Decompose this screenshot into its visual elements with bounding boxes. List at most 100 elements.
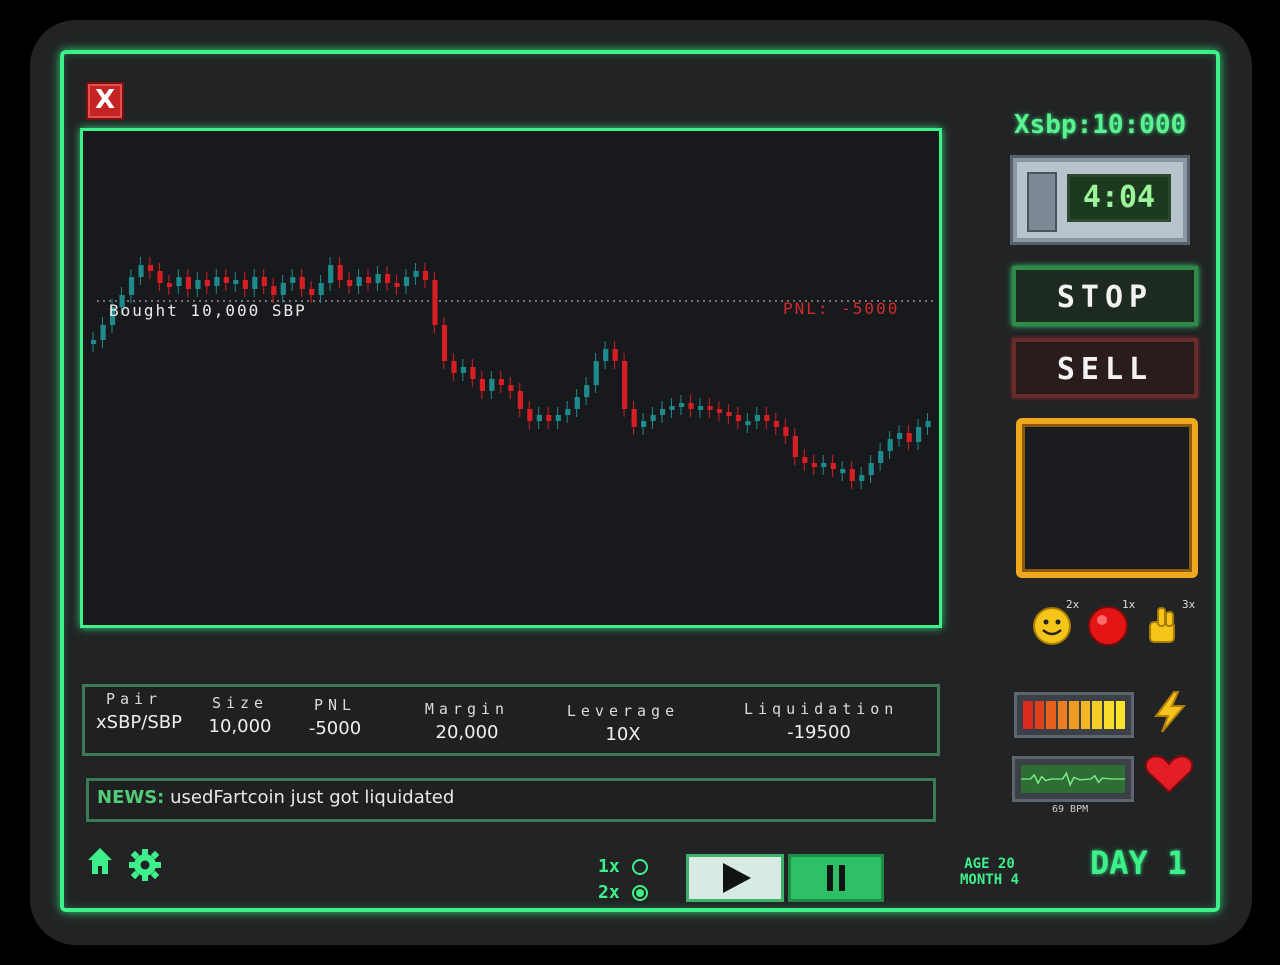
candle	[925, 421, 931, 427]
candle	[157, 271, 163, 283]
candle	[897, 433, 903, 439]
close-button[interactable]: X	[86, 82, 124, 120]
candle	[356, 277, 362, 286]
sell-button[interactable]: SELL	[1012, 338, 1198, 398]
red-button-count: 1x	[1122, 598, 1136, 611]
leverage-value: 10X	[605, 724, 641, 745]
candle	[128, 277, 135, 295]
candle	[337, 265, 343, 280]
candle	[754, 415, 761, 421]
candle	[783, 427, 789, 436]
candle	[631, 409, 637, 427]
candle	[233, 280, 239, 284]
candle	[138, 265, 144, 277]
speed-1x-radio[interactable]	[632, 859, 648, 875]
leverage-column: Leverage 10X	[560, 702, 686, 745]
play-icon	[723, 863, 751, 893]
entry-label: Bought 10,000 SBP	[109, 301, 307, 320]
liquidation-column: Liquidation -19500	[744, 700, 894, 743]
balance-display: Xsbp:10:000	[1014, 110, 1187, 140]
energy-meter	[1014, 692, 1134, 738]
candle	[290, 277, 296, 283]
candle	[697, 406, 704, 410]
candle	[470, 367, 476, 379]
play-button[interactable]	[686, 854, 784, 902]
candle	[859, 475, 865, 481]
candle	[280, 283, 286, 295]
lightning-icon	[1154, 691, 1187, 733]
candle	[100, 325, 106, 340]
candle	[347, 280, 353, 286]
candle	[764, 415, 770, 421]
candle	[185, 277, 192, 289]
pair-header: Pair	[105, 690, 163, 708]
news-ticker: NEWS: usedFartcoin just got liquidated	[86, 778, 936, 822]
timer-grip	[1027, 172, 1057, 232]
candle	[508, 385, 514, 391]
candle	[887, 439, 893, 451]
candle	[641, 421, 647, 427]
candle	[906, 433, 912, 442]
size-column: Size 10,000	[200, 694, 280, 737]
home-icon[interactable]	[86, 846, 114, 876]
day-counter: DAY 1	[1090, 844, 1187, 882]
candle	[223, 277, 229, 283]
smiley-count: 2x	[1066, 598, 1080, 611]
candle	[214, 277, 220, 286]
gear-icon[interactable]	[128, 848, 162, 882]
candle	[299, 277, 305, 289]
candle	[176, 277, 182, 286]
candle	[669, 406, 675, 410]
candle	[375, 274, 381, 283]
news-tag: NEWS:	[97, 787, 165, 808]
size-value: 10,000	[208, 716, 272, 737]
candle	[773, 421, 780, 427]
candle	[384, 274, 391, 283]
finger-cross-icon[interactable]	[1142, 602, 1186, 646]
candle	[242, 280, 248, 289]
candle	[745, 421, 751, 425]
candle	[91, 340, 97, 344]
pnl-column: PNL -5000	[300, 696, 370, 739]
candle	[593, 361, 599, 385]
candle	[166, 283, 173, 287]
candle	[328, 265, 334, 283]
candlestick-chart	[91, 257, 933, 489]
candle	[451, 361, 457, 373]
candle	[441, 325, 448, 361]
leverage-header: Leverage	[566, 702, 680, 720]
pause-button[interactable]	[788, 854, 884, 902]
candle	[394, 283, 400, 287]
timer-device: 4:04	[1010, 155, 1190, 245]
candle	[309, 289, 315, 295]
candle	[802, 457, 808, 463]
candle	[498, 379, 504, 385]
liquidation-value: -19500	[787, 722, 851, 743]
candle	[366, 277, 372, 283]
candle	[726, 412, 732, 416]
candle	[527, 409, 533, 421]
candle	[413, 271, 419, 277]
candle	[517, 391, 523, 409]
candle	[612, 349, 618, 361]
candle	[565, 409, 571, 415]
candle	[792, 436, 798, 457]
speed-2x-radio[interactable]	[632, 885, 648, 901]
candle	[840, 469, 846, 473]
candle	[574, 397, 580, 409]
pnl-value: -5000	[308, 718, 362, 739]
candle	[716, 409, 723, 413]
candle	[811, 463, 817, 467]
candle	[830, 463, 836, 469]
candle	[546, 415, 552, 421]
candle	[403, 277, 410, 286]
candle	[204, 280, 211, 286]
age-display: AGE 20 MONTH 4	[960, 856, 1019, 888]
size-header: Size	[211, 694, 269, 712]
candle	[849, 469, 855, 481]
pnl-header: PNL	[313, 696, 357, 714]
stop-button[interactable]: STOP	[1012, 266, 1198, 326]
candle	[584, 385, 590, 397]
heart-icon	[1144, 755, 1194, 794]
speed-2x-label: 2x	[598, 882, 620, 903]
